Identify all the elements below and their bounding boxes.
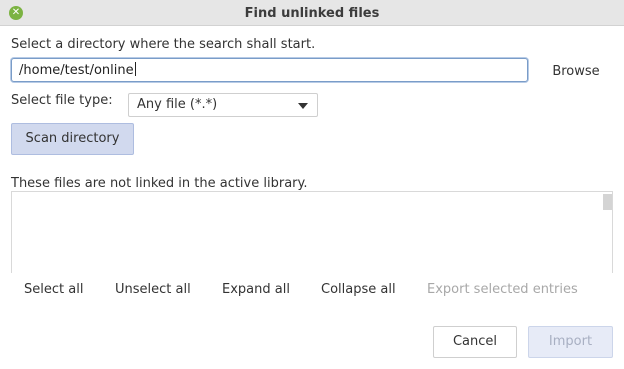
export-selected-button[interactable]: Export selected entries <box>427 282 578 297</box>
unselect-all-button[interactable]: Unselect all <box>115 282 191 297</box>
collapse-all-button[interactable]: Collapse all <box>321 282 396 297</box>
import-button[interactable]: Import <box>528 326 613 358</box>
file-type-select[interactable]: Any file (*.*) <box>128 93 318 117</box>
scrollbar-thumb[interactable] <box>603 194 612 210</box>
cancel-button[interactable]: Cancel <box>433 326 517 358</box>
unlinked-files-tree[interactable] <box>11 191 613 273</box>
dropdown-arrow-icon <box>298 103 308 109</box>
directory-path-input[interactable]: /home/test/online <box>11 58 528 82</box>
directory-path-value: /home/test/online <box>19 63 134 78</box>
file-type-label: Select file type: <box>11 93 113 108</box>
directory-prompt: Select a directory where the search shal… <box>11 37 316 52</box>
select-all-button[interactable]: Select all <box>24 282 83 297</box>
window-title: Find unlinked files <box>244 6 380 21</box>
browse-button[interactable]: Browse <box>545 62 607 82</box>
expand-all-button[interactable]: Expand all <box>222 282 290 297</box>
title-bar: ✕ Find unlinked files <box>0 0 624 26</box>
results-caption: These files are not linked in the active… <box>11 176 308 191</box>
file-type-selected: Any file (*.*) <box>137 97 218 112</box>
scan-directory-button[interactable]: Scan directory <box>11 123 134 155</box>
text-caret <box>134 62 136 76</box>
